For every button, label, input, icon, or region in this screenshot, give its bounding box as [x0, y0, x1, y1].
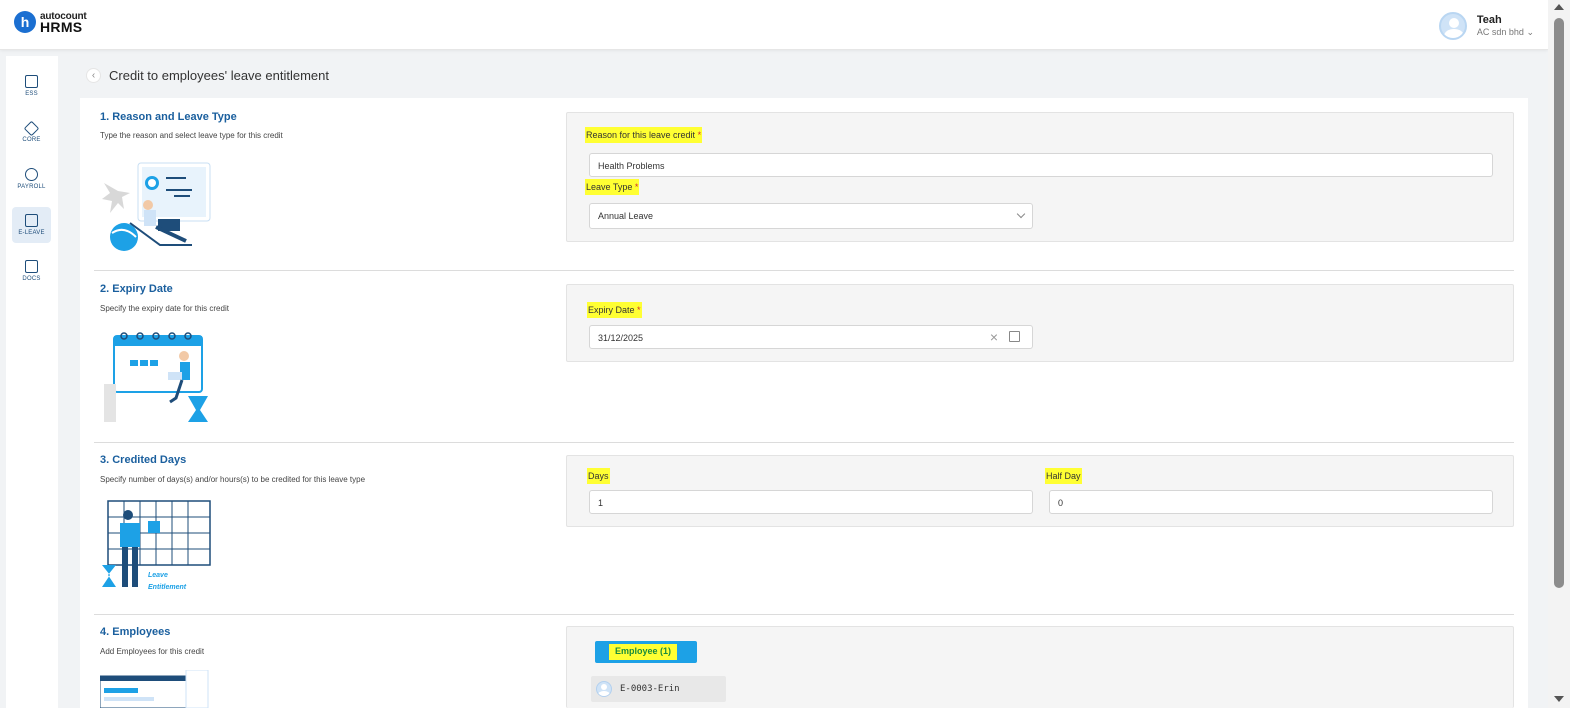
reason-label: Reason for this leave credit * [585, 127, 703, 143]
employee-chip[interactable]: E-0003-Erin [591, 676, 726, 702]
sidebar-item-label: PAYROLL [17, 184, 46, 190]
payroll-icon [25, 168, 38, 181]
section-desc-employees: Add Employees for this credit [100, 647, 205, 656]
employees-panel: Employee (1) E-0003-Erin [566, 626, 1514, 708]
logo-big-text: HRMS [40, 19, 83, 35]
sidebar-item-label: ESS [25, 91, 38, 97]
sidebar-item-payroll[interactable]: PAYROLL [12, 161, 51, 197]
sidebar-item-label: E-LEAVE [18, 230, 45, 236]
leave-type-label: Leave Type * [585, 179, 640, 195]
days-input[interactable]: 1 [589, 490, 1033, 514]
employee-button-label: Employee (1) [609, 644, 678, 660]
scroll-thumb[interactable] [1554, 18, 1564, 588]
form-card: 1. Reason and Leave Type Type the reason… [80, 98, 1528, 708]
sidebar-item-label: CORE [22, 137, 41, 143]
chevron-down-icon: ⌄ [1526, 27, 1534, 37]
divider [94, 614, 1514, 615]
ess-icon [25, 75, 38, 88]
core-icon [23, 120, 40, 137]
user-menu[interactable]: Teah AC sdn bhd ⌄ [1438, 12, 1534, 40]
leave-type-select[interactable]: Annual Leave [589, 203, 1033, 229]
page-header: ‹ Credit to employees' leave entitlement [86, 68, 329, 83]
section-desc-reason: Type the reason and select leave type fo… [100, 131, 283, 140]
section-desc-expiry: Specify the expiry date for this credit [100, 304, 229, 313]
page-title: Credit to employees' leave entitlement [109, 68, 329, 83]
sidebar-item-label: DOCS [22, 276, 41, 282]
user-company[interactable]: AC sdn bhd ⌄ [1477, 26, 1534, 38]
expiry-panel: Expiry Date * 31/12/2025 × [566, 284, 1514, 362]
employees-illustration [100, 670, 209, 708]
reason-input[interactable]: Health Problems [589, 153, 1493, 177]
section-desc-credited: Specify number of days(s) and/or hours(s… [100, 475, 366, 484]
close-icon[interactable]: × [990, 329, 998, 345]
scrollbar[interactable] [1548, 0, 1570, 708]
half-day-label: Half Day [1045, 468, 1082, 484]
half-day-input[interactable]: 0 [1049, 490, 1493, 514]
divider [94, 442, 1514, 443]
divider [94, 270, 1514, 271]
credited-illustration: Leave Entitlement [102, 500, 211, 591]
sidebar-item-core[interactable]: CORE [12, 115, 51, 151]
sidebar-item-ess[interactable]: ESS [12, 68, 51, 104]
expiry-illustration [104, 332, 208, 422]
reason-illustration [102, 162, 211, 251]
illustration-caption-entitlement: Entitlement [148, 584, 187, 591]
user-name: Teah [1476, 14, 1502, 26]
credited-panel: Days 1 Half Day 0 [566, 455, 1514, 527]
app-logo[interactable]: h autocount HRMS [14, 11, 87, 35]
expiry-date-label: Expiry Date * [587, 302, 642, 318]
chevron-left-icon: ‹ [91, 70, 96, 81]
reason-panel: Reason for this leave credit * Health Pr… [566, 112, 1514, 242]
days-label: Days [587, 468, 610, 484]
section-title-employees: 4. Employees [100, 626, 171, 638]
section-title-reason: 1. Reason and Leave Type [100, 111, 237, 123]
avatar [1438, 12, 1467, 40]
scroll-up-icon[interactable] [1554, 4, 1564, 10]
illustration-caption-leave: Leave [148, 572, 168, 579]
section-title-expiry: 2. Expiry Date [100, 283, 173, 295]
avatar [596, 681, 612, 697]
sidebar-item-e-leave[interactable]: E-LEAVE [12, 207, 51, 243]
chevron-down-icon [1016, 209, 1026, 219]
back-button[interactable]: ‹ [86, 68, 101, 83]
expiry-date-input[interactable]: 31/12/2025 × [589, 325, 1033, 349]
sidebar-item-docs[interactable]: DOCS [12, 253, 51, 289]
section-title-credited: 3. Credited Days [100, 454, 187, 466]
calendar-icon[interactable] [1009, 331, 1020, 342]
docs-icon [25, 260, 38, 273]
logo-badge: h [14, 11, 36, 33]
scroll-down-icon[interactable] [1554, 696, 1564, 702]
employee-chip-label: E-0003-Erin [620, 684, 680, 694]
sidebar: ESS CORE PAYROLL E-LEAVE DOCS [6, 56, 58, 708]
employee-button[interactable]: Employee (1) [595, 641, 697, 663]
e-leave-icon [25, 214, 38, 227]
top-bar: h autocount HRMS Teah AC sdn bhd ⌄ [0, 0, 1548, 50]
